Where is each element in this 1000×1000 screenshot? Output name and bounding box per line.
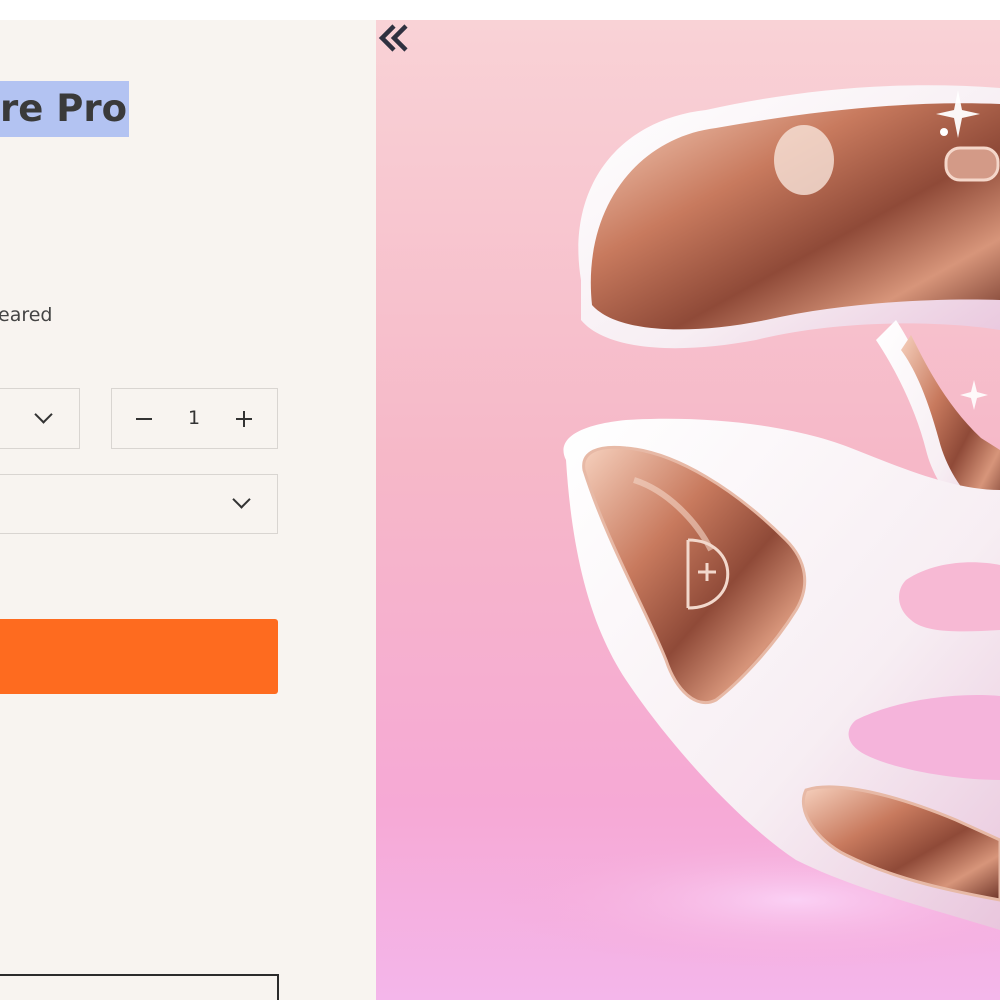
chevron-down-icon — [34, 405, 53, 424]
product-image — [496, 85, 1000, 970]
quantity-value[interactable]: 1 — [172, 407, 216, 429]
chevron-down-icon — [232, 490, 251, 509]
double-chevron-left-icon[interactable] — [376, 20, 412, 56]
option-select[interactable] — [0, 474, 278, 534]
quantity-stepper[interactable]: 1 — [111, 388, 278, 449]
add-to-cart-button[interactable] — [0, 619, 278, 694]
product-image-gallery[interactable] — [376, 20, 1000, 1000]
product-title: re Pro — [0, 81, 130, 137]
review-summary-text: eared — [0, 304, 53, 326]
minus-icon[interactable] — [134, 409, 154, 429]
plus-icon[interactable] — [234, 409, 254, 429]
top-bar — [0, 0, 1000, 21]
variant-select[interactable] — [0, 388, 80, 449]
secondary-outline-button[interactable] — [0, 974, 279, 1000]
product-info-panel: re Pro eared 1 — [0, 20, 376, 1000]
